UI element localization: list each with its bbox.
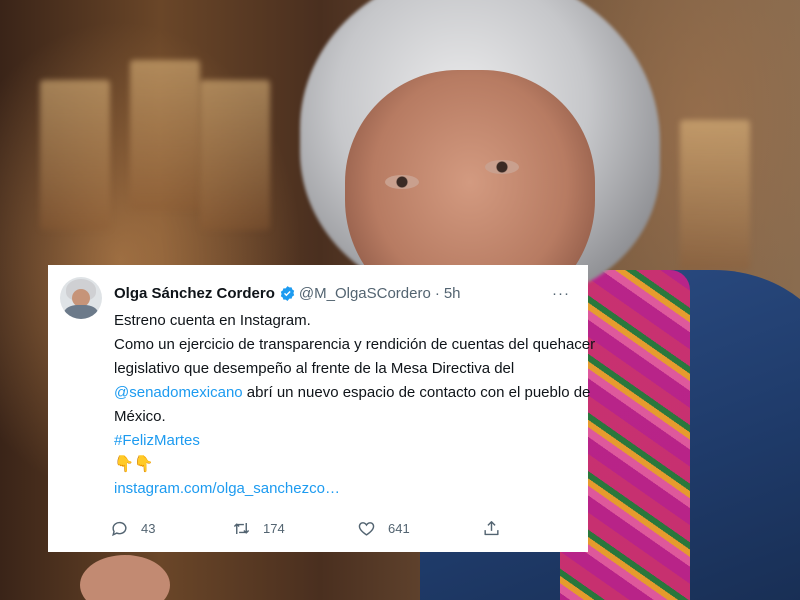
reply-icon (112, 521, 127, 537)
like-count: 641 (388, 521, 410, 536)
tweet-text: Estreno cuenta en Instagram. Como un eje… (114, 309, 596, 501)
tweet-header: Olga Sánchez Cordero @M_OlgaSCordero · 5… (114, 283, 576, 303)
like-icon (358, 522, 375, 536)
tweet-line-2: Como un ejercicio de transparencia y ren… (114, 336, 596, 353)
mention-rest-text: abrí un nuevo espacio de contacto con el… (242, 384, 591, 401)
mention-link[interactable]: @senadomexicano (114, 384, 243, 401)
separator-dot: · (434, 284, 440, 302)
like-button[interactable]: 641 (357, 519, 410, 538)
verified-badge-icon (279, 285, 296, 302)
timestamp[interactable]: 5h (444, 285, 461, 302)
reply-count: 43 (141, 521, 156, 536)
author-handle[interactable]: @M_OlgaSCordero (299, 285, 431, 302)
tweet-line-1: Estreno cuenta en Instagram. (114, 312, 311, 329)
tweet-line-5: México. (114, 408, 166, 425)
reply-button[interactable]: 43 (110, 519, 155, 538)
share-icon (484, 521, 499, 536)
instagram-link[interactable]: instagram.com/olga_sanchezco… (114, 477, 576, 501)
hashtag-link[interactable]: #FelizMartes (114, 429, 576, 453)
avatar[interactable] (60, 277, 102, 319)
tweet-actions: 43 174 641 (110, 519, 560, 541)
tweet-line-3: legislativo que desempeño al frente de l… (114, 360, 515, 377)
tweet-card[interactable]: Olga Sánchez Cordero @M_OlgaSCordero · 5… (48, 265, 596, 552)
retweet-button[interactable]: 174 (232, 519, 285, 538)
share-button[interactable] (482, 519, 501, 538)
author-name[interactable]: Olga Sánchez Cordero (114, 285, 275, 302)
more-icon[interactable]: ··· (552, 285, 570, 302)
pointing-down-emoji: 👇👇 (114, 456, 154, 473)
retweet-icon (233, 522, 250, 535)
retweet-count: 174 (263, 521, 285, 536)
tweet-line-4: @senadomexicano abrí un nuevo espacio de… (114, 381, 590, 405)
